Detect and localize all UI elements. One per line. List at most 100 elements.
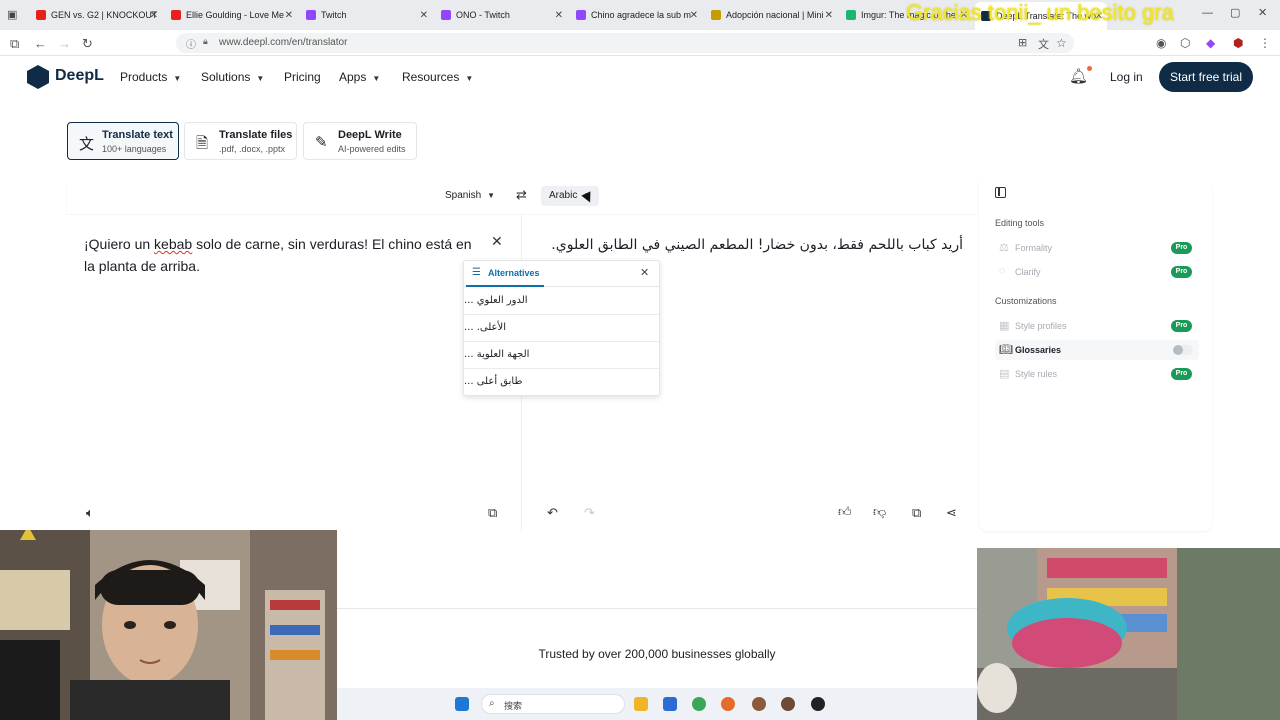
nav-apps[interactable]: Apps ▼ <box>339 70 380 84</box>
url-field[interactable]: ⓘ 🔒︎ www.deepl.com/en/translator <box>176 33 1074 53</box>
customizations-heading: Customizations <box>995 296 1057 306</box>
profile-icon[interactable]: ◉ <box>1156 36 1166 50</box>
close-tab-icon[interactable]: ✕ <box>150 10 158 21</box>
app-icon[interactable] <box>781 697 795 711</box>
alternative-item[interactable]: الجهة العلوية ... <box>464 342 659 369</box>
mode-title: Translate files <box>219 129 293 141</box>
translated-text[interactable]: أريد كباب باللحم فقط، بدون خضار! المطعم … <box>545 234 963 256</box>
windows-start-icon[interactable] <box>455 697 469 711</box>
source-language-label: Spanish <box>445 190 482 201</box>
browser-tab[interactable]: ONO - Twitch ✕ <box>435 4 567 26</box>
site-info-icon[interactable]: ⓘ <box>186 36 196 51</box>
close-tab-icon[interactable]: ✕ <box>285 10 293 21</box>
spellcheck-word[interactable]: kebab <box>154 236 192 252</box>
source-text-input[interactable]: ¡Quiero un kebab solo de carne, sin verd… <box>84 233 484 277</box>
extensions-icon[interactable]: ⬡ <box>1180 36 1190 50</box>
undo-icon[interactable]: ↶ <box>547 505 558 521</box>
share-icon[interactable]: ⋖ <box>946 505 957 521</box>
close-tab-icon[interactable]: ✕ <box>420 10 428 21</box>
mode-subtitle: AI-powered edits <box>338 144 406 154</box>
browser-tab[interactable]: Twitch ✕ <box>300 4 432 26</box>
close-tab-icon[interactable]: ✕ <box>825 10 833 21</box>
favorite-star-icon[interactable]: ☆ <box>1056 36 1067 50</box>
lock-icon: 🔒︎ <box>203 36 208 46</box>
install-app-icon[interactable]: ⊞ <box>1018 36 1027 49</box>
mode-title: DeepL Write <box>338 129 402 141</box>
alternative-item[interactable]: طابق أعلى ... <box>464 369 659 396</box>
browser-tab[interactable]: Adopción nacional | Mini ✕ <box>705 4 837 26</box>
nav-label: Solutions <box>201 70 251 84</box>
close-icon[interactable]: ✕ <box>640 266 649 279</box>
browser-tab[interactable]: GEN vs. G2 | KNOCKOUT ✕ <box>30 4 162 26</box>
login-link[interactable]: Log in <box>1110 70 1143 84</box>
editing-tools-heading: Editing tools <box>995 218 1045 228</box>
chrome-icon[interactable] <box>692 697 706 711</box>
style-profiles-option[interactable]: ▦ Style profiles Pro <box>995 316 1199 336</box>
alternative-item[interactable]: الأعلى. ... <box>464 315 659 342</box>
mode-title: Translate text <box>102 129 173 141</box>
stream-overlay-text: Gracias tonii_ un besito gra <box>906 0 1174 25</box>
thumbs-up-icon[interactable]: 👍︎ <box>838 504 852 520</box>
glossary-toggle[interactable] <box>1173 345 1193 355</box>
close-tab-icon[interactable]: ✕ <box>555 10 563 21</box>
sidebar-icon[interactable]: ⧉ <box>10 36 19 52</box>
browser-tab[interactable]: Chino agradece la sub m ✕ <box>570 4 702 26</box>
panel-toggle-icon[interactable] <box>995 187 1006 198</box>
clarify-option[interactable]: ◌ Clarify Pro <box>995 262 1199 282</box>
app-icon[interactable] <box>752 697 766 711</box>
more-menu-icon[interactable]: ⋮ <box>1259 36 1271 50</box>
translate-page-icon[interactable]: 文 <box>1038 36 1049 52</box>
close-tab-icon[interactable]: ✕ <box>690 10 698 21</box>
firefox-icon[interactable] <box>721 697 735 711</box>
forward-icon[interactable]: → <box>58 36 71 51</box>
ad-block-icon[interactable]: ⬢ <box>1233 36 1243 50</box>
alternatives-header: ☰ Alternatives ✕ <box>464 261 659 287</box>
browser-tab[interactable]: Ellie Goulding - Love Me ✕ <box>165 4 297 26</box>
copy-translation-icon[interactable]: ⧉ <box>912 505 921 521</box>
taskbar-search[interactable]: ⌕ 搜索 <box>481 694 625 714</box>
minimize-icon[interactable]: — <box>1202 7 1213 19</box>
close-window-icon[interactable]: ✕ <box>1258 6 1267 19</box>
formality-option[interactable]: ⚖ Formality Pro <box>995 238 1199 258</box>
tab-actions-icon[interactable]: ▣ <box>7 8 17 21</box>
chevron-down-icon: ▼ <box>173 74 182 83</box>
webcam-image <box>0 530 337 720</box>
swap-languages-icon[interactable]: ⇄ <box>516 187 527 203</box>
glossaries-option[interactable]: 📖︎ Glossaries <box>995 340 1199 360</box>
style-profiles-icon: ▦ <box>999 320 1010 332</box>
clear-text-icon[interactable]: ✕ <box>491 233 503 250</box>
notification-bell-icon[interactable]: 🔔︎ <box>1069 67 1088 85</box>
nav-pricing[interactable]: Pricing <box>284 70 321 84</box>
obs-icon[interactable] <box>811 697 825 711</box>
source-language-select[interactable]: Spanish ▼ <box>445 190 495 201</box>
outlook-icon[interactable] <box>663 697 677 711</box>
chevron-down-icon: ▼ <box>465 74 474 83</box>
deepl-logo-icon[interactable] <box>27 65 49 89</box>
maximize-icon[interactable]: ▢ <box>1230 6 1240 19</box>
logo-text[interactable]: DeepL <box>55 67 104 85</box>
camera-image <box>977 548 1280 720</box>
thumbs-down-icon[interactable]: 👎︎ <box>873 504 886 520</box>
pro-badge: Pro <box>1171 242 1192 254</box>
chevron-down-icon: ▼ <box>487 191 496 200</box>
redo-icon[interactable]: ↷ <box>584 505 595 521</box>
speaker-icon[interactable]: 🔈︎ <box>86 505 94 521</box>
trusted-by-text: Trusted by over 200,000 businesses globa… <box>538 647 776 661</box>
file-explorer-icon[interactable] <box>634 697 648 711</box>
start-free-trial-button[interactable]: Start free trial <box>1159 62 1253 92</box>
tab-deepl-write[interactable]: ✎ DeepL Write AI-powered edits <box>303 122 417 160</box>
file-icon: 🗎 <box>196 135 209 152</box>
twitch-extension-icon[interactable]: ◆ <box>1206 36 1215 50</box>
copy-source-icon[interactable]: ⧉ <box>488 505 497 521</box>
back-icon[interactable]: ← <box>34 36 47 51</box>
style-rules-option[interactable]: ▤ Style rules Pro <box>995 364 1199 384</box>
tab-translate-files[interactable]: 🗎 Translate files .pdf, .docx, .pptx <box>184 122 297 160</box>
nav-resources[interactable]: Resources ▼ <box>402 70 473 84</box>
nav-solutions[interactable]: Solutions ▼ <box>201 70 264 84</box>
chevron-down-icon: ▼ <box>256 74 265 83</box>
tab-translate-text[interactable]: 文 Translate text 100+ languages <box>67 122 179 160</box>
reload-icon[interactable]: ↻ <box>82 36 93 52</box>
alternative-item[interactable]: الدور العلوي ... <box>464 288 659 315</box>
alternatives-tab[interactable]: Alternatives <box>488 268 540 278</box>
nav-products[interactable]: Products ▼ <box>120 70 181 84</box>
